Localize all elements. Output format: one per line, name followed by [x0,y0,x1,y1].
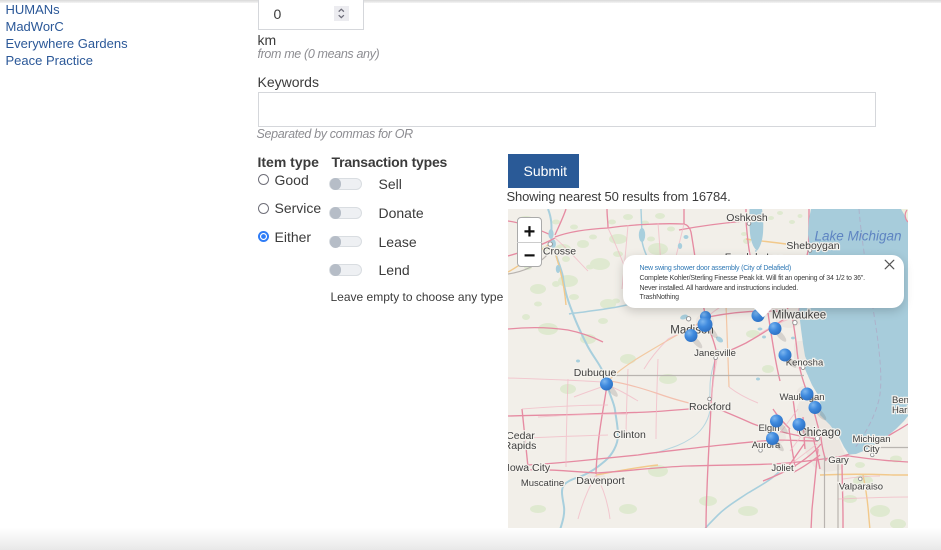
svg-text:Rockford: Rockford [689,401,731,413]
svg-text:Gary: Gary [828,455,849,466]
svg-text:Oshkosh: Oshkosh [726,212,768,224]
svg-text:Milwaukee: Milwaukee [772,310,826,322]
svg-text:Lake Michigan: Lake Michigan [814,229,901,244]
svg-text:Joliet: Joliet [771,463,794,474]
svg-text:Davenport: Davenport [576,475,625,487]
svg-text:Valparaiso: Valparaiso [839,482,883,493]
svg-text:Muscatine: Muscatine [521,478,564,489]
svg-text:Dubuque: Dubuque [574,367,617,379]
svg-text:Janesville: Janesville [694,348,736,359]
svg-text:Clinton: Clinton [613,429,646,441]
svg-text:Crosse: Crosse [543,246,576,258]
svg-text:Rapids: Rapids [508,440,536,452]
svg-text:City: City [863,444,880,455]
svg-text:Harbor: Harbor [892,405,908,416]
svg-text:Iowa City: Iowa City [508,462,551,474]
